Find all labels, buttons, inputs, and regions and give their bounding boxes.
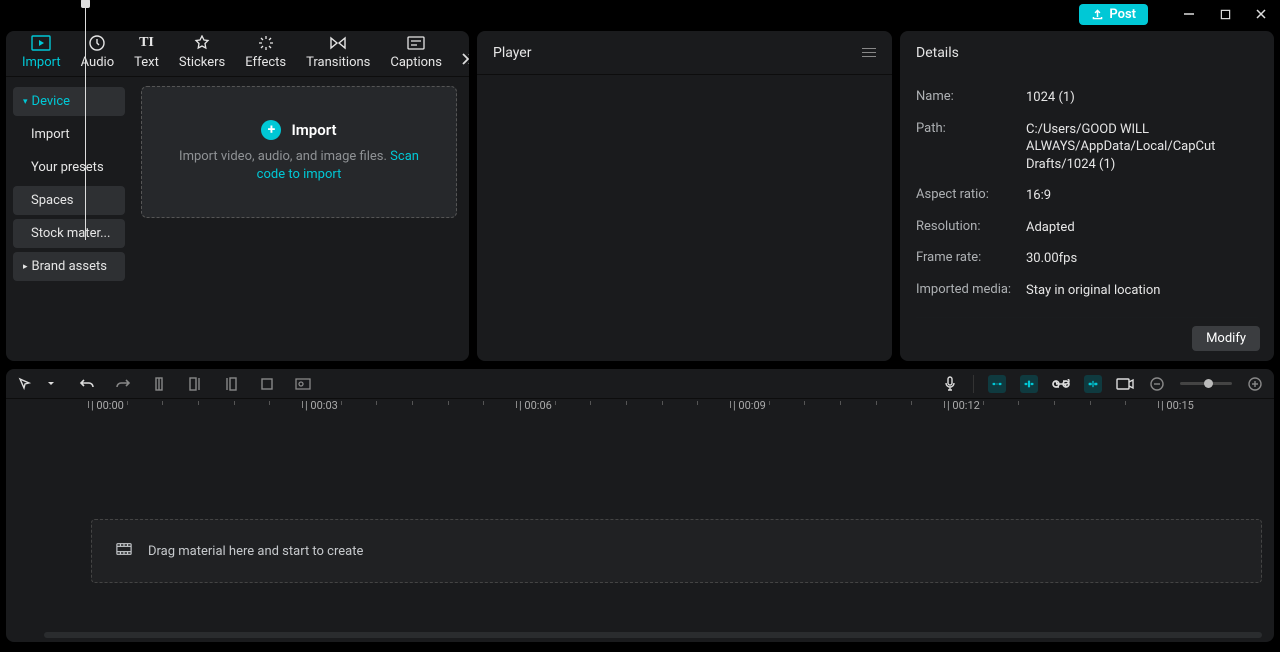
media-panel: Import Audio TI Text Stickers Effects Tr… [6,31,469,361]
top-tabs: Import Audio TI Text Stickers Effects Tr… [6,31,469,77]
tab-audio[interactable]: Audio [71,31,124,76]
details-header: Details [900,31,1274,75]
cursor-tool[interactable] [16,375,34,393]
d-fps-label: Frame rate: [916,250,1026,268]
captions-icon [407,34,425,52]
timeline-right-tools [941,375,1264,393]
d-path-value: C:/Users/GOOD WILL ALWAYS/AppData/Local/… [1026,121,1258,174]
window-controls [1180,5,1270,23]
undo-button[interactable] [78,375,96,393]
ruler-tick-major: | 00:00 [91,399,124,412]
tab-transitions[interactable]: Transitions [296,31,380,76]
player-title: Player [493,45,531,61]
d-name-value: 1024 (1) [1026,89,1258,107]
maximize-button[interactable] [1216,5,1234,23]
effects-icon [258,34,274,52]
magnet-main-toggle[interactable] [988,375,1006,393]
d-aspect-value: 16:9 [1026,187,1258,205]
d-imported-label: Imported media: [916,282,1026,300]
d-name-label: Name: [916,89,1026,107]
import-title: Import [291,121,336,139]
trim-right-tool[interactable] [222,375,240,393]
sidenav-presets[interactable]: Your presets [13,153,125,182]
upload-icon [1091,8,1104,21]
import-icon [31,34,51,52]
timeline-body: Drag material here and start to create [6,421,1274,642]
split-tool[interactable] [150,375,168,393]
post-button[interactable]: Post [1079,4,1148,25]
ruler-tick-major: | 00:09 [733,399,766,412]
timeline-ruler[interactable]: | 00:00 | 00:03 | 00:06 | 00:09 | 00:12 | 00:… [6,399,1274,421]
ruler-tick-major: | 00:15 [1161,399,1194,412]
import-hint: Import video, audio, and image files. Sc… [172,148,426,183]
upper-region: Import Audio TI Text Stickers Effects Tr… [0,28,1280,361]
crop-tool[interactable] [258,375,276,393]
cursor-dropdown[interactable] [42,375,60,393]
snap-toggle[interactable] [1084,375,1102,393]
drop-hint: Drag material here and start to create [148,544,363,559]
close-button[interactable] [1252,5,1270,23]
import-zone: + Import Import video, audio, and image … [132,77,469,361]
ruler-tick-major: | 00:12 [947,399,980,412]
caret-right-icon: ▸ [23,262,28,272]
mic-button[interactable] [941,375,959,393]
tab-effects[interactable]: Effects [235,31,296,76]
tab-import[interactable]: Import [12,31,71,76]
link-toggle[interactable] [1052,375,1070,393]
zoom-slider[interactable] [1180,382,1232,385]
film-icon [116,542,132,560]
zoom-in-button[interactable] [1246,375,1264,393]
media-body: ▾Device Import Your presets Spaces Stock… [6,77,469,361]
details-body: Name:1024 (1) Path:C:/Users/GOOD WILL AL… [900,75,1274,318]
freeze-tool[interactable] [294,375,312,393]
d-aspect-label: Aspect ratio: [916,187,1026,205]
import-dropzone[interactable]: + Import Import video, audio, and image … [141,86,457,218]
sidenav-device[interactable]: ▾Device [13,87,125,116]
tabs-more-button[interactable] [452,46,469,76]
import-sidenav: ▾Device Import Your presets Spaces Stock… [6,77,132,361]
d-imported-value: Stay in original location [1026,282,1258,300]
post-label: Post [1109,7,1136,22]
audio-icon [89,34,105,52]
magnet-auto-toggle[interactable] [1020,375,1038,393]
playhead[interactable] [85,0,86,240]
minimize-button[interactable] [1180,5,1198,23]
sidenav-import[interactable]: Import [13,120,125,149]
text-icon: TI [139,34,154,52]
chevrons-right-icon [460,52,469,66]
zoom-out-button[interactable] [1148,375,1166,393]
details-title: Details [916,45,959,61]
redo-button[interactable] [114,375,132,393]
timeline-scrollbar[interactable] [44,632,1262,638]
details-panel: Details Name:1024 (1) Path:C:/Users/GOOD… [900,31,1274,361]
timeline-toolbar [6,369,1274,399]
caret-down-icon: ▾ [23,97,28,107]
tab-stickers[interactable]: Stickers [169,31,235,76]
d-res-label: Resolution: [916,219,1026,237]
sidenav-spaces[interactable]: Spaces [13,186,125,215]
sidenav-stock[interactable]: Stock mater... [13,219,125,248]
tab-text[interactable]: TI Text [124,31,169,76]
d-path-label: Path: [916,121,1026,174]
titlebar: Post [0,0,1280,28]
plus-icon: + [261,120,281,140]
player-menu-button[interactable] [862,48,876,57]
sidenav-brand[interactable]: ▸Brand assets [13,252,125,281]
d-res-value: Adapted [1026,219,1258,237]
player-panel: Player [477,31,892,361]
ruler-tick-major: | 00:06 [519,399,552,412]
tab-captions[interactable]: Captions [380,31,452,76]
d-fps-value: 30.00fps [1026,250,1258,268]
ruler-tick-major: | 00:03 [305,399,338,412]
transitions-icon [329,34,347,52]
modify-button[interactable]: Modify [1192,326,1260,351]
timeline-panel: | 00:00 | 00:03 | 00:06 | 00:09 | 00:12 | 00:… [6,369,1274,642]
player-header: Player [477,31,892,75]
trim-left-tool[interactable] [186,375,204,393]
stickers-icon [194,34,210,52]
timeline-drop-lane[interactable]: Drag material here and start to create [91,519,1262,583]
preview-toggle[interactable] [1116,375,1134,393]
